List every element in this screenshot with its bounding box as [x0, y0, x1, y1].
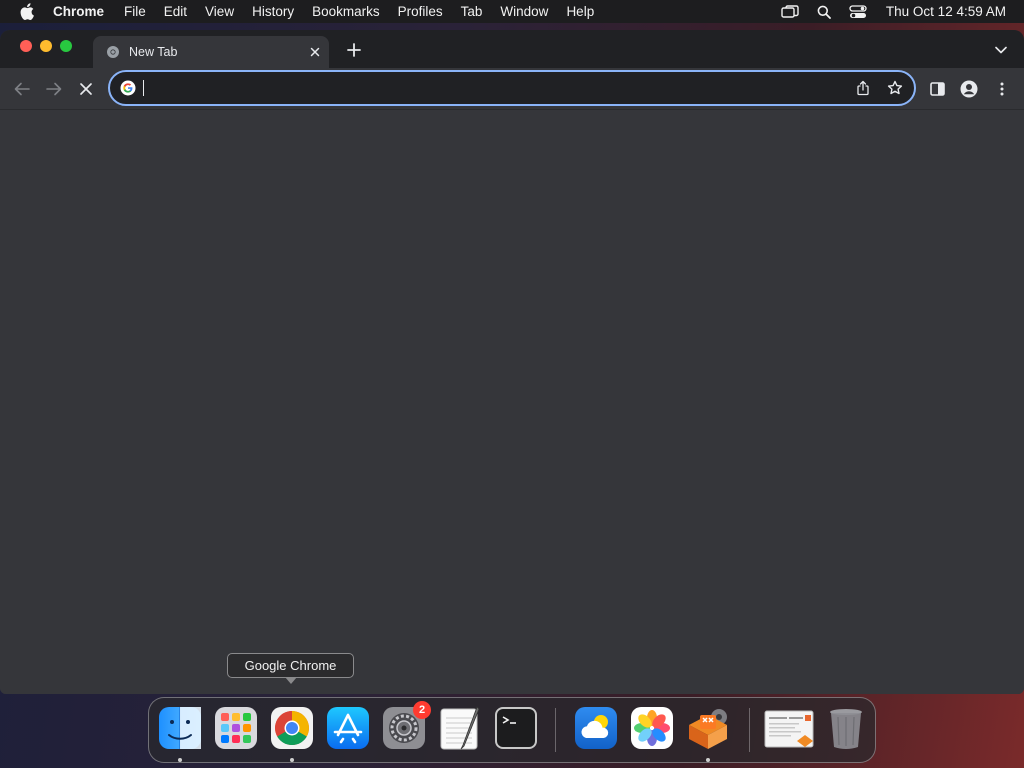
chrome-favicon-icon — [105, 44, 121, 60]
dock-photos[interactable] — [629, 705, 675, 751]
menu-bar-status-area: Thu Oct 12 4:59 AM — [780, 0, 1006, 23]
menu-bar-clock[interactable]: Thu Oct 12 4:59 AM — [886, 4, 1006, 19]
menu-view[interactable]: View — [196, 0, 243, 23]
dock-weather[interactable] — [573, 705, 619, 751]
menu-history[interactable]: History — [243, 0, 303, 23]
dock-app-store[interactable] — [325, 705, 371, 751]
share-icon[interactable] — [852, 77, 874, 99]
screen-mirroring-icon[interactable] — [780, 3, 800, 21]
menu-bar: Chrome File Edit View History Bookmarks … — [0, 0, 1024, 23]
tab-new-tab[interactable]: New Tab — [93, 36, 329, 68]
new-tab-button[interactable] — [344, 40, 364, 60]
menu-app-name[interactable]: Chrome — [53, 0, 113, 23]
finder-icon — [159, 707, 201, 749]
menu-help[interactable]: Help — [557, 0, 603, 23]
downloads-stack-icon — [764, 710, 814, 748]
omnibox-actions — [852, 77, 906, 99]
menu-file[interactable]: File — [115, 0, 155, 23]
dock-google-chrome[interactable] — [269, 705, 315, 751]
dock-running-indicator — [178, 758, 182, 762]
tab-search-chevron-icon[interactable] — [992, 41, 1010, 59]
window-minimize-button[interactable] — [40, 40, 52, 52]
dock-launchpad[interactable] — [213, 705, 259, 751]
dock-terminal[interactable] — [493, 705, 539, 751]
control-center-icon[interactable] — [848, 3, 868, 21]
spotlight-search-icon[interactable] — [814, 3, 834, 21]
side-panel-icon[interactable] — [926, 78, 948, 100]
apple-logo-icon[interactable] — [18, 3, 36, 21]
dock-textedit[interactable] — [437, 705, 483, 751]
dock-downloads-stack[interactable] — [763, 705, 814, 751]
app-store-icon — [327, 707, 369, 749]
menu-edit[interactable]: Edit — [155, 0, 196, 23]
dock-running-indicator — [706, 758, 710, 762]
textedit-icon — [440, 706, 480, 750]
dock-separator — [555, 708, 556, 752]
notification-badge: 2 — [413, 701, 431, 719]
chrome-menu-icon[interactable] — [991, 78, 1013, 100]
chrome-app-icon — [271, 707, 313, 749]
tab-strip: New Tab — [0, 30, 1024, 68]
google-g-icon — [119, 79, 137, 97]
profile-avatar-icon[interactable] — [958, 78, 980, 100]
dock-finder[interactable] — [157, 705, 203, 751]
dock-running-indicator — [290, 758, 294, 762]
omnibox-input[interactable] — [150, 73, 852, 103]
text-caret — [143, 80, 144, 96]
dock-tooltip: Google Chrome — [227, 653, 354, 684]
page-content-area[interactable] — [0, 111, 1024, 694]
launchpad-icon — [215, 707, 257, 749]
tab-title: New Tab — [129, 45, 178, 59]
browser-toolbar — [0, 68, 1024, 110]
window-close-button[interactable] — [20, 40, 32, 52]
back-arrow-icon[interactable] — [11, 78, 33, 100]
xampp-icon — [689, 709, 727, 749]
photos-icon — [631, 707, 673, 749]
chrome-window: New Tab — [0, 30, 1024, 694]
dock-separator — [749, 708, 750, 752]
terminal-icon — [495, 707, 537, 749]
bookmark-star-icon[interactable] — [884, 77, 906, 99]
menu-window[interactable]: Window — [491, 0, 557, 23]
dock: 2 — [148, 697, 876, 763]
window-controls — [20, 40, 72, 52]
dock-trash[interactable] — [823, 705, 869, 751]
menu-bookmarks[interactable]: Bookmarks — [303, 0, 389, 23]
trash-icon — [830, 709, 862, 749]
forward-arrow-icon[interactable] — [43, 78, 65, 100]
address-bar[interactable] — [108, 70, 916, 106]
dock-system-settings[interactable]: 2 — [381, 701, 431, 751]
dock-xampp[interactable] — [685, 705, 731, 751]
menu-tab[interactable]: Tab — [452, 0, 492, 23]
tab-close-icon[interactable] — [307, 44, 323, 60]
window-fullscreen-button[interactable] — [60, 40, 72, 52]
menu-profiles[interactable]: Profiles — [389, 0, 452, 23]
weather-icon — [575, 707, 617, 749]
stop-loading-icon[interactable] — [75, 78, 97, 100]
